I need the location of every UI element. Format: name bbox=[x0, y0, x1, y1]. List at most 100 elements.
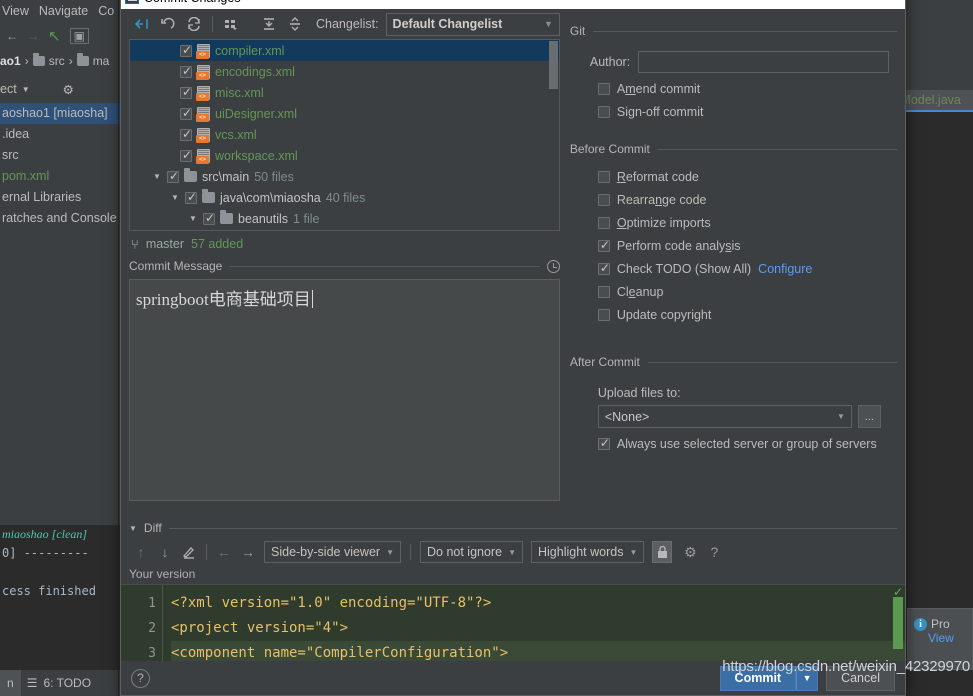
chevron-down-icon[interactable]: ▼ bbox=[170, 193, 180, 202]
notification-link[interactable]: View bbox=[928, 631, 966, 645]
breadcrumb-item-project[interactable]: ao1 bbox=[0, 54, 21, 68]
diff-scrollbar-thumb[interactable] bbox=[893, 597, 903, 650]
directory-checkbox[interactable] bbox=[185, 190, 198, 204]
file-row[interactable]: misc.xml bbox=[130, 82, 559, 103]
checkbox-perform-code-analysis[interactable]: Perform code analysis bbox=[597, 234, 897, 257]
commit-message-input[interactable]: springboot电商基础项目 bbox=[129, 279, 560, 501]
changelist-toolbar[interactable]: Changelist: Default Changelist ▼ bbox=[129, 9, 560, 39]
help-icon[interactable]: ? bbox=[702, 540, 726, 564]
checkbox-box[interactable] bbox=[597, 193, 610, 206]
checkbox-reformat-code[interactable]: Reformat code bbox=[597, 165, 897, 188]
changelist-select[interactable]: Default Changelist ▼ bbox=[385, 12, 560, 36]
next-difference-icon[interactable]: ↓ bbox=[153, 540, 177, 564]
previous-difference-icon[interactable]: ↑ bbox=[129, 540, 153, 564]
checkbox-box[interactable] bbox=[597, 261, 611, 275]
tree-item-idea[interactable]: .idea bbox=[0, 124, 130, 145]
expand-all-icon[interactable] bbox=[256, 11, 282, 37]
diff-toolbar[interactable]: ↑ ↓ ← → Side-by-side viewer ▼ Do not ign… bbox=[129, 537, 897, 567]
project-tree[interactable]: aoshao1 [miaosha] .idea src pom.xml erna… bbox=[0, 103, 130, 229]
checkbox-box[interactable] bbox=[597, 82, 610, 95]
checkbox-rearrange-code[interactable]: Rearrange code bbox=[597, 188, 897, 211]
menu-item-view[interactable]: View bbox=[2, 4, 29, 18]
configure-link[interactable]: Configure bbox=[758, 262, 812, 276]
directory-checkbox[interactable] bbox=[167, 169, 180, 183]
help-button[interactable]: ? bbox=[131, 668, 150, 688]
file-checkbox[interactable] bbox=[180, 106, 193, 120]
file-row[interactable]: uiDesigner.xml bbox=[130, 103, 559, 124]
diff-viewer[interactable]: 1 2 3 <?xml version="1.0" encoding="UTF-… bbox=[121, 584, 905, 661]
history-clock-icon[interactable] bbox=[546, 259, 560, 273]
checkbox-box[interactable] bbox=[597, 285, 610, 298]
file-checkbox[interactable] bbox=[180, 43, 193, 57]
status-tab-run[interactable]: n bbox=[0, 670, 21, 696]
apply-left-icon[interactable]: ← bbox=[212, 540, 236, 564]
directory-row[interactable]: ▼ beanutils 1 file bbox=[130, 208, 559, 229]
copy-icon[interactable]: ▣ bbox=[69, 28, 89, 44]
chevron-down-icon[interactable]: ▼ bbox=[22, 85, 30, 94]
file-row[interactable]: vcs.xml bbox=[130, 124, 559, 145]
tree-item-external-libraries[interactable]: ernal Libraries bbox=[0, 187, 130, 208]
breadcrumb-item-src[interactable]: src bbox=[49, 54, 65, 68]
file-checkbox[interactable] bbox=[180, 64, 193, 78]
file-row[interactable]: compiler.xml bbox=[130, 40, 559, 61]
ide-tool-bar[interactable]: ← → ↖ ▣ bbox=[0, 23, 130, 49]
checkbox-always-use-server[interactable]: Always use selected server or group of s… bbox=[597, 432, 897, 455]
viewer-mode-select[interactable]: Side-by-side viewer ▼ bbox=[264, 541, 401, 564]
upload-server-select[interactable]: <None> ▼ bbox=[597, 405, 852, 428]
diff-settings-gear-icon[interactable]: ⚙ bbox=[678, 540, 702, 564]
refresh-icon[interactable] bbox=[181, 11, 207, 37]
hammer-build-icon[interactable]: ↖ bbox=[48, 27, 61, 45]
file-checkbox[interactable] bbox=[180, 148, 193, 162]
tree-item-pom-xml[interactable]: pom.xml bbox=[0, 166, 130, 187]
menu-item-navigate[interactable]: Navigate bbox=[39, 4, 88, 18]
tree-item-scratches-consoles[interactable]: ratches and Console bbox=[0, 208, 130, 229]
checkbox-sign-off-commit[interactable]: Sign-off commit bbox=[597, 100, 897, 123]
checkbox-box[interactable] bbox=[597, 170, 610, 183]
browse-button[interactable]: ... bbox=[857, 405, 881, 428]
collapse-selection-icon[interactable] bbox=[129, 11, 155, 37]
checkbox-box[interactable] bbox=[597, 238, 611, 252]
directory-row[interactable]: ▼ java\com\miaosha 40 files bbox=[130, 187, 559, 208]
menu-item-code[interactable]: Co bbox=[98, 4, 114, 18]
checkbox-check-todo[interactable]: Check TODO (Show All) Configure bbox=[597, 257, 897, 280]
close-icon[interactable]: ✕ bbox=[881, 0, 897, 4]
diff-header[interactable]: ▼ Diff bbox=[129, 519, 897, 537]
checkbox-box[interactable] bbox=[597, 308, 610, 321]
checkbox-update-copyright[interactable]: Update copyright bbox=[597, 303, 897, 326]
file-row[interactable]: workspace.xml bbox=[130, 145, 559, 166]
scrollbar-thumb[interactable] bbox=[548, 41, 558, 89]
dialog-title-bar[interactable]: Commit Changes ✕ bbox=[121, 0, 905, 9]
diff-code[interactable]: <?xml version="1.0" encoding="UTF-8"?> <… bbox=[163, 585, 905, 661]
directory-row[interactable]: ▼ src\main 50 files bbox=[130, 166, 559, 187]
checkbox-amend-commit[interactable]: Amend commit bbox=[597, 77, 897, 100]
changed-files-tree[interactable]: compiler.xml encodings.xml misc.xml bbox=[129, 39, 560, 231]
directory-checkbox[interactable] bbox=[203, 211, 216, 225]
apply-right-icon[interactable]: → bbox=[236, 540, 260, 564]
chevron-down-icon[interactable]: ▼ bbox=[188, 214, 198, 223]
file-checkbox[interactable] bbox=[180, 127, 193, 141]
group-by-icon[interactable] bbox=[218, 11, 244, 37]
read-only-lock-icon[interactable] bbox=[652, 541, 673, 564]
back-arrow-icon[interactable]: ← bbox=[6, 29, 18, 43]
project-tool-window-header[interactable]: ect ▼ ⚙ bbox=[0, 78, 130, 100]
status-tab-todo[interactable]: 6: TODO bbox=[43, 676, 91, 690]
author-input[interactable] bbox=[638, 51, 889, 73]
checkbox-box[interactable] bbox=[597, 436, 611, 450]
collapse-all-icon[interactable] bbox=[282, 11, 308, 37]
status-bar[interactable]: n ☰ 6: TODO bbox=[0, 670, 130, 696]
tree-item-src[interactable]: src bbox=[0, 145, 130, 166]
file-checkbox[interactable] bbox=[180, 85, 193, 99]
breadcrumb-item-main[interactable]: ma bbox=[93, 54, 110, 68]
tree-item-project-root[interactable]: aoshao1 [miaosha] bbox=[0, 103, 130, 124]
breadcrumb[interactable]: ao1 › src › ma bbox=[0, 50, 130, 72]
rollback-icon[interactable] bbox=[155, 11, 181, 37]
commit-changes-dialog[interactable]: Commit Changes ✕ bbox=[120, 0, 906, 696]
file-row[interactable]: encodings.xml bbox=[130, 61, 559, 82]
checkbox-cleanup[interactable]: Cleanup bbox=[597, 280, 897, 303]
checkbox-box[interactable] bbox=[597, 105, 610, 118]
ide-menu-bar[interactable]: View Navigate Co bbox=[0, 0, 130, 22]
chevron-down-icon[interactable]: ▼ bbox=[129, 524, 137, 533]
edit-source-icon[interactable] bbox=[177, 540, 201, 564]
chevron-down-icon[interactable]: ▼ bbox=[152, 172, 162, 181]
settings-gear-icon[interactable]: ⚙ bbox=[63, 82, 74, 97]
